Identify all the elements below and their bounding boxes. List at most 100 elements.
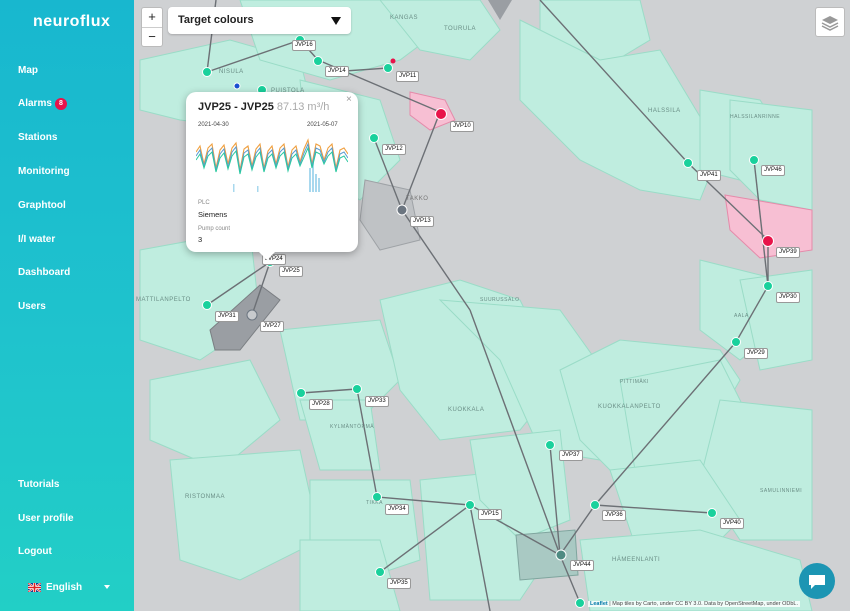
- nav-tutorials[interactable]: Tutorials: [18, 479, 59, 490]
- station-label[interactable]: JVP10: [450, 121, 474, 132]
- station-marker: [762, 235, 774, 247]
- zoom-control: + −: [141, 7, 163, 47]
- nav-dashboard[interactable]: Dashboard: [18, 267, 70, 278]
- station-marker: [233, 82, 241, 90]
- station-marker: [202, 300, 212, 310]
- station-label[interactable]: JVP40: [720, 518, 744, 529]
- station-marker: [763, 281, 773, 291]
- service-area: [299, 399, 381, 471]
- station-marker: [465, 500, 475, 510]
- station-label[interactable]: JVP25: [279, 266, 303, 277]
- station-label[interactable]: JVP33: [365, 396, 389, 407]
- station-popup: JVP25 - JVP25 87.13 m³/h × 2021-04-30 202…: [186, 92, 358, 252]
- leaflet-link[interactable]: Leaflet: [590, 601, 608, 607]
- station-label[interactable]: JVP12: [382, 144, 406, 155]
- station-label[interactable]: JVP44: [570, 560, 594, 571]
- nav-ii-water[interactable]: I/I water: [18, 234, 55, 245]
- station-marker: [375, 567, 385, 577]
- station-label[interactable]: JVP13: [410, 216, 434, 227]
- layers-button[interactable]: [815, 7, 845, 37]
- place-label: KUOKKALA: [448, 407, 485, 413]
- place-label: KANGAS: [390, 15, 419, 21]
- alarm-dot: [390, 58, 396, 64]
- service-area: [579, 529, 813, 611]
- sidebar: neuroflux Map Alarms 8 Stations Monitorin…: [0, 0, 134, 611]
- station-label[interactable]: JVP34: [385, 504, 409, 515]
- place-label: TAKKO: [406, 196, 429, 202]
- station-label[interactable]: JVP27: [260, 321, 284, 332]
- popup-date-end: 2021-05-07: [307, 122, 338, 128]
- service-area: [169, 449, 321, 581]
- place-label: HALSSILANRINNE: [730, 114, 781, 120]
- station-marker: [590, 500, 600, 510]
- station-label[interactable]: JVP28: [309, 399, 333, 410]
- plc-value: Siemens: [198, 210, 228, 219]
- place-label: PITTIMÄKI: [620, 379, 649, 385]
- map-attribution: Leaflet | Map tiles by Carto, under CC B…: [588, 601, 800, 607]
- place-label: HALSSILA: [648, 108, 681, 114]
- station-marker: [202, 67, 212, 77]
- station-marker: [749, 155, 759, 165]
- station-marker: [683, 158, 693, 168]
- station-marker: [352, 384, 362, 394]
- nav-map[interactable]: Map: [18, 65, 38, 76]
- station-marker: [707, 508, 717, 518]
- caret-down-icon: [331, 17, 341, 25]
- station-marker: [731, 337, 741, 347]
- popup-flow: 87.13 m³/h: [276, 101, 330, 113]
- station-marker: [369, 133, 379, 143]
- uk-flag-icon: [28, 582, 41, 592]
- nav-monitoring[interactable]: Monitoring: [18, 166, 70, 177]
- station-label[interactable]: JVP15: [478, 509, 502, 520]
- station-label[interactable]: JVP37: [559, 450, 583, 461]
- nav-stations[interactable]: Stations: [18, 132, 57, 143]
- station-marker: [396, 204, 408, 216]
- station-marker: [313, 56, 323, 66]
- nav-users[interactable]: Users: [18, 301, 46, 312]
- station-label[interactable]: JVP30: [776, 292, 800, 303]
- station-marker: [545, 440, 555, 450]
- station-label[interactable]: JVP41: [697, 170, 721, 181]
- place-label: NISULA: [219, 69, 244, 75]
- place-label: HÄMEENLANTI: [612, 557, 661, 563]
- station-label[interactable]: JVP14: [325, 66, 349, 77]
- nav-graphtool[interactable]: Graphtool: [18, 200, 66, 211]
- zoom-in-button[interactable]: +: [142, 8, 162, 27]
- chat-button[interactable]: [799, 563, 835, 599]
- target-colours-select[interactable]: Target colours: [168, 7, 351, 34]
- station-label[interactable]: JVP46: [761, 165, 785, 176]
- chevron-down-icon[interactable]: [104, 585, 110, 589]
- station-label[interactable]: JVP16: [292, 40, 316, 51]
- station-label[interactable]: JVP39: [776, 247, 800, 258]
- alarm-count-badge: 8: [54, 98, 67, 110]
- place-label: TIKKA: [366, 500, 383, 506]
- popup-title: JVP25 - JVP25 87.13 m³/h: [198, 101, 330, 113]
- inactive-area: [515, 529, 579, 581]
- station-marker: [383, 63, 393, 73]
- nav-logout[interactable]: Logout: [18, 546, 52, 557]
- station-label[interactable]: JVP29: [744, 348, 768, 359]
- place-label: SUURUSSALO: [480, 297, 520, 303]
- place-label: KYLMÄNTÖRMÄ: [330, 424, 375, 430]
- place-label: RISTONMAA: [185, 494, 226, 500]
- pump-count-label: Pump count: [198, 226, 231, 232]
- place-label: MATTILANPELTO: [136, 297, 191, 303]
- station-label[interactable]: JVP31: [215, 311, 239, 322]
- place-label: TOURULA: [444, 26, 477, 32]
- plc-label: PLC: [198, 200, 210, 206]
- app-logo: neuroflux: [33, 13, 111, 30]
- station-label[interactable]: JVP11: [396, 71, 420, 82]
- nav-user-profile[interactable]: User profile: [18, 513, 74, 524]
- alarm-area: [409, 91, 456, 131]
- station-marker: [575, 598, 585, 608]
- place-label: KUOKKALANPELTO: [598, 404, 661, 410]
- station-marker: [246, 309, 258, 321]
- station-label[interactable]: JVP35: [387, 578, 411, 589]
- zoom-out-button[interactable]: −: [142, 27, 162, 47]
- station-label[interactable]: JVP36: [602, 510, 626, 521]
- nav-alarms[interactable]: Alarms 8: [18, 98, 67, 110]
- language-selector[interactable]: English: [28, 582, 82, 593]
- place-label: SAMULINNIEMI: [760, 488, 803, 494]
- close-icon[interactable]: ×: [346, 94, 352, 105]
- chat-icon: [809, 575, 825, 589]
